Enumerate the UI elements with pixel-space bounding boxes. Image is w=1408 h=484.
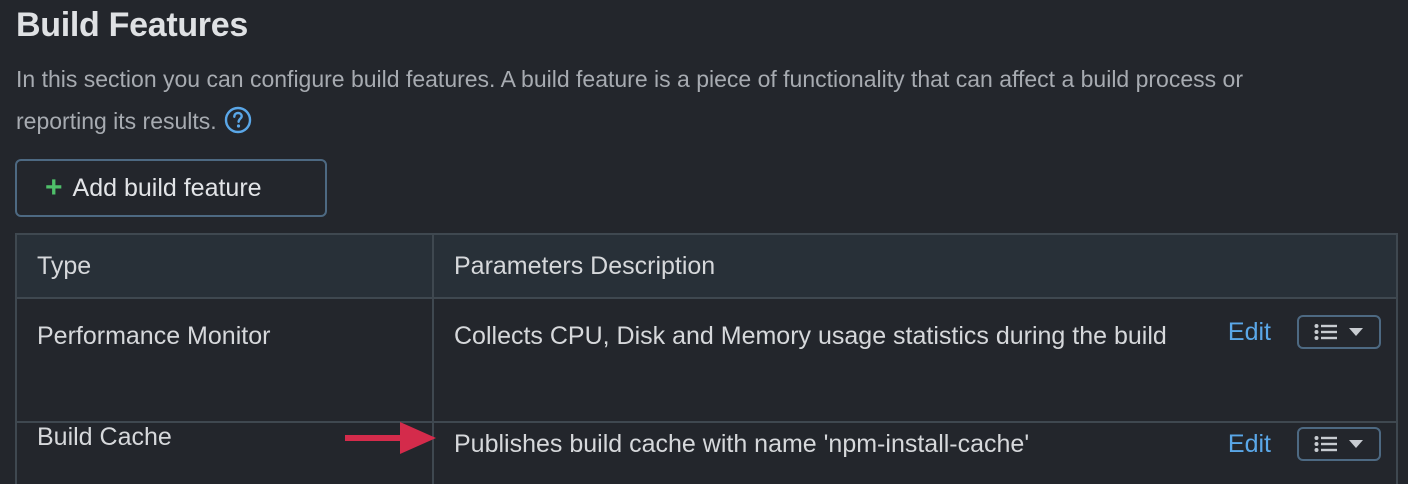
build-features-page: Build Features In this section you can c… bbox=[0, 0, 1408, 484]
table-row: Performance Monitor Collects CPU, Disk a… bbox=[15, 297, 1398, 423]
column-header-type: Type bbox=[15, 233, 434, 299]
feature-description: Publishes build cache with name 'npm-ins… bbox=[454, 430, 1030, 458]
feature-type-cell: Performance Monitor bbox=[15, 297, 434, 423]
add-build-feature-button[interactable]: + Add build feature bbox=[15, 159, 327, 217]
add-build-feature-label: Add build feature bbox=[72, 173, 262, 202]
chevron-down-icon bbox=[1349, 328, 1363, 336]
help-icon[interactable] bbox=[223, 105, 253, 135]
feature-params-cell: Publishes build cache with name 'npm-ins… bbox=[432, 421, 1398, 484]
edit-link[interactable]: Edit bbox=[1228, 430, 1271, 459]
annotation-arrow-icon bbox=[345, 422, 436, 454]
table-header-row: Type Parameters Description bbox=[15, 233, 1398, 299]
chevron-down-icon bbox=[1349, 440, 1363, 448]
list-icon bbox=[1314, 324, 1337, 340]
plus-icon: + bbox=[45, 171, 63, 204]
section-description: In this section you can configure build … bbox=[16, 58, 1286, 142]
feature-description: Collects CPU, Disk and Memory usage stat… bbox=[454, 322, 1167, 350]
table-row: Build Cache Publishes build cache with n… bbox=[15, 421, 1398, 484]
section-title: Build Features bbox=[16, 6, 248, 44]
build-features-table: Type Parameters Description Performance … bbox=[15, 233, 1398, 484]
row-actions-menu-button[interactable] bbox=[1297, 427, 1381, 461]
column-header-parameters: Parameters Description bbox=[432, 233, 1398, 299]
row-actions-menu-button[interactable] bbox=[1297, 315, 1381, 349]
list-icon bbox=[1314, 436, 1337, 452]
description-text: In this section you can configure build … bbox=[16, 66, 1243, 134]
edit-link[interactable]: Edit bbox=[1228, 318, 1271, 347]
feature-params-cell: Collects CPU, Disk and Memory usage stat… bbox=[432, 297, 1398, 423]
